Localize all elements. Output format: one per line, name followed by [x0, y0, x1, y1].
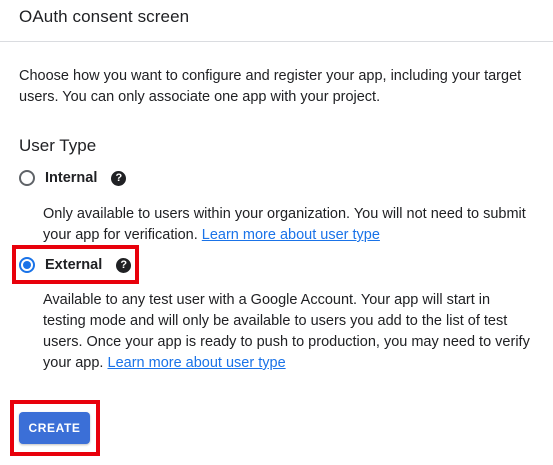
intro-text: Choose how you want to configure and reg…: [19, 68, 522, 105]
internal-option[interactable]: Internal ?: [17, 166, 127, 190]
external-option[interactable]: External ?: [17, 253, 132, 277]
internal-description: Only available to users within your orga…: [43, 204, 533, 246]
page-header: OAuth consent screen: [0, 0, 553, 42]
external-learn-more-link[interactable]: Learn more about user type: [108, 355, 286, 371]
external-radio[interactable]: [19, 257, 35, 273]
page-title: OAuth consent screen: [19, 7, 190, 26]
internal-radio[interactable]: [19, 170, 35, 186]
help-icon[interactable]: ?: [111, 170, 127, 186]
user-type-heading: User Type: [19, 136, 97, 155]
external-description: Available to any test user with a Google…: [43, 290, 533, 374]
internal-learn-more-link[interactable]: Learn more about user type: [202, 227, 380, 243]
external-label[interactable]: External: [45, 257, 102, 273]
internal-label[interactable]: Internal: [45, 170, 97, 186]
create-button[interactable]: CREATE: [19, 412, 90, 444]
help-icon[interactable]: ?: [116, 257, 132, 273]
oauth-consent-page: OAuth consent screen Choose how you want…: [0, 0, 553, 465]
